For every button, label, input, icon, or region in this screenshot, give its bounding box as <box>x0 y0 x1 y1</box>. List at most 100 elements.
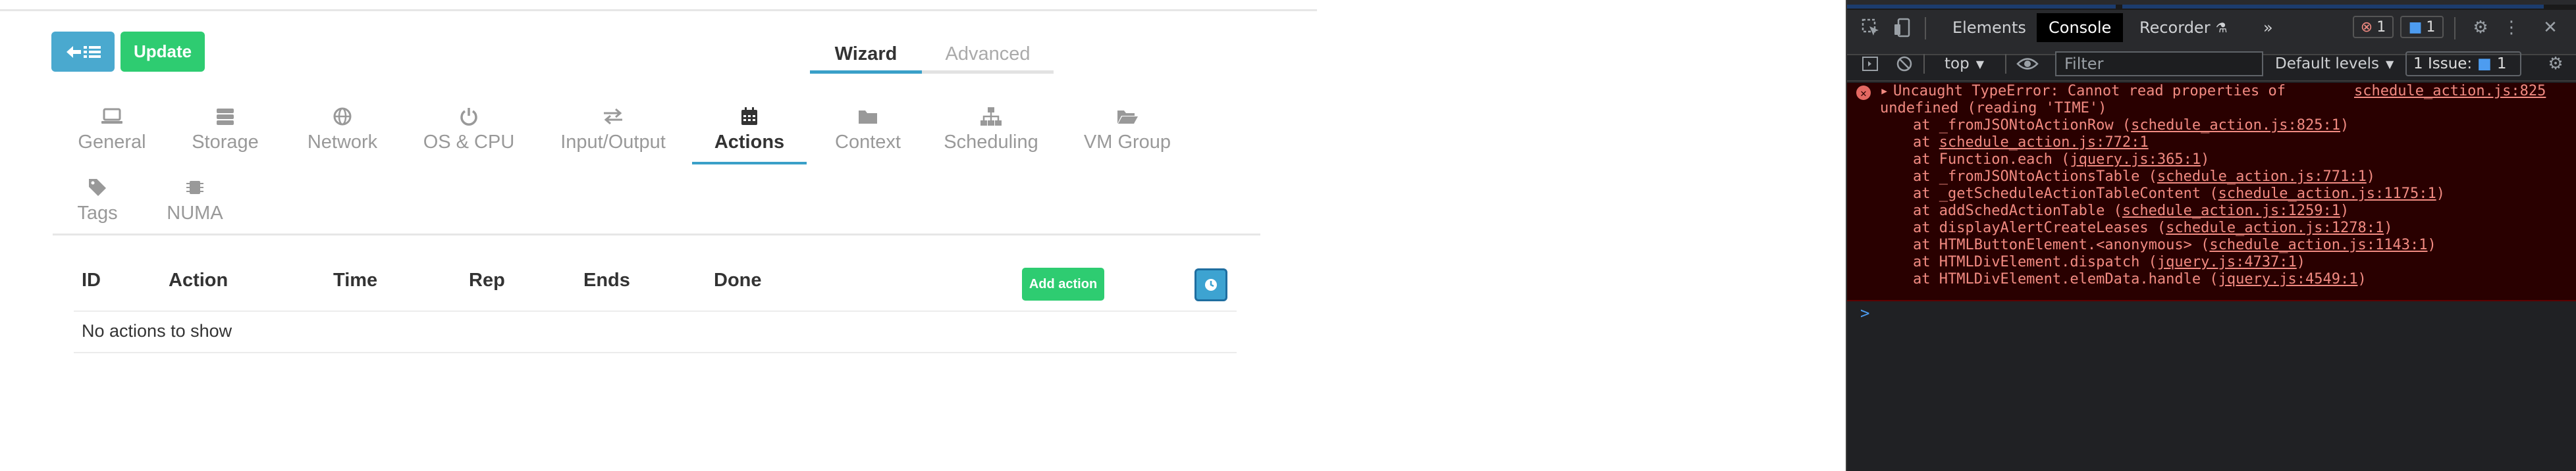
devtools-pane: Elements Console Recorder ⚗ » ⊗ 1 ■ 1 ⚙ … <box>1846 0 2576 471</box>
stack-frame-text: ) <box>2296 254 2306 270</box>
globe-icon <box>333 105 352 128</box>
back-to-list-button[interactable] <box>51 32 115 72</box>
tab-storage[interactable]: Storage <box>191 105 259 153</box>
stack-frame: at HTMLDivElement.dispatch (jquery.js:47… <box>1913 254 2305 271</box>
context-select[interactable]: top ▼ <box>1945 53 1984 75</box>
console-filter-input[interactable]: Filter <box>2055 51 2263 76</box>
stack-frame-link[interactable]: schedule_action.js:1278:1 <box>2166 220 2384 236</box>
stack-frame-link[interactable]: jquery.js:4737:1 <box>2157 254 2297 270</box>
stack-frame-text: ) <box>2427 237 2436 253</box>
stack-frame: at addSchedActionTable (schedule_action.… <box>1913 203 2349 220</box>
table-header-divider <box>74 310 1237 312</box>
add-action-button[interactable]: Add action <box>1022 268 1104 301</box>
error-count-badge[interactable]: ⊗ 1 <box>2353 16 2394 38</box>
tab-actions[interactable]: Actions <box>710 105 789 153</box>
console-settings-gear-icon[interactable]: ⚙ <box>2542 51 2569 76</box>
devtools-top-strip <box>1847 0 2576 10</box>
stack-frame: at schedule_action.js:772:1 <box>1913 134 2149 151</box>
sidebar-toggle-icon[interactable] <box>1859 51 1881 76</box>
tab-recorder[interactable]: Recorder ⚗ <box>2134 14 2233 41</box>
kebab-menu-icon[interactable]: ⋮ <box>2502 14 2521 41</box>
tab-elements[interactable]: Elements <box>1947 14 2031 41</box>
tab-context[interactable]: Context <box>828 105 907 153</box>
stack-frame-link[interactable]: jquery.js:365:1 <box>2070 151 2201 168</box>
laptop-icon <box>101 105 123 128</box>
stack-frame-text: at _fromJSONtoActionRow ( <box>1913 117 2132 134</box>
tab-tags-label: Tags <box>77 203 118 224</box>
tab-actions-label: Actions <box>714 132 785 153</box>
stack-frame-text: ) <box>2436 186 2445 202</box>
exchange-icon <box>603 105 624 128</box>
stack-frame-link[interactable]: schedule_action.js:1143:1 <box>2209 237 2427 253</box>
active-tab-indicator <box>692 162 807 164</box>
tab-os-cpu[interactable]: OS & CPU <box>423 105 515 153</box>
folder-open-icon <box>1116 105 1139 128</box>
tab-console[interactable]: Console <box>2037 13 2124 42</box>
message-icon: ■ <box>2408 18 2423 36</box>
stack-frame-text: at HTMLButtonElement.<anonymous> ( <box>1913 237 2210 253</box>
error-count: 1 <box>2376 18 2386 36</box>
stack-frame-link[interactable]: schedule_action.js:771:1 <box>2157 168 2367 185</box>
tab-advanced[interactable]: Advanced <box>922 38 1054 74</box>
expand-triangle-icon[interactable]: ▸ <box>1880 83 1889 100</box>
schedule-relative-button[interactable] <box>1194 268 1227 301</box>
calendar-icon <box>740 105 759 128</box>
stack-frame-text: ) <box>2384 220 2393 236</box>
live-expression-eye-icon[interactable] <box>2013 51 2042 76</box>
error-icon: ⊗ <box>2360 18 2373 36</box>
tab-vm-group-label: VM Group <box>1083 132 1171 153</box>
stack-frame-link[interactable]: schedule_action.js:1259:1 <box>2122 203 2340 219</box>
top-divider <box>0 9 1317 11</box>
back-list-icon <box>67 45 101 58</box>
dropdown-triangle-icon: ▼ <box>2386 57 2394 70</box>
tab-input-output[interactable]: Input/Output <box>557 105 669 153</box>
flask-icon: ⚗ <box>2215 20 2228 36</box>
tab-network[interactable]: Network <box>303 105 382 153</box>
message-count-badge[interactable]: ■ 1 <box>2400 16 2444 38</box>
stack-frame-link[interactable]: schedule_action.js:825:1 <box>2131 117 2340 134</box>
device-toolbar-icon[interactable] <box>1891 14 1914 41</box>
tab-storage-label: Storage <box>192 132 259 153</box>
issue-message-icon: ■ <box>2477 55 2492 72</box>
stack-frame-link[interactable]: schedule_action.js:772:1 <box>1939 134 2149 151</box>
update-button[interactable]: Update <box>121 32 205 72</box>
log-levels-select[interactable]: Default levels ▼ <box>2275 53 2394 75</box>
chip-icon <box>185 176 205 199</box>
tab-wizard[interactable]: Wizard <box>810 38 922 74</box>
stack-frame-text: at HTMLDivElement.elemData.handle ( <box>1913 271 2218 287</box>
issues-button[interactable]: 1 Issue: ■ 1 <box>2405 51 2521 76</box>
settings-gear-icon[interactable]: ⚙ <box>2469 14 2492 41</box>
tab-numa[interactable]: NUMA <box>162 176 228 224</box>
more-tabs-button[interactable]: » <box>2258 14 2278 41</box>
error-text-line-1: Uncaught TypeError: Cannot read properti… <box>1893 83 2286 99</box>
tab-scheduling[interactable]: Scheduling <box>942 105 1040 153</box>
tab-os-cpu-label: OS & CPU <box>423 132 515 153</box>
close-devtools-icon[interactable]: ✕ <box>2538 14 2562 41</box>
stack-frame-text: at <box>1913 134 1939 151</box>
app-pane: Update Wizard Advanced General Storage N… <box>0 0 1844 471</box>
sitemap-icon <box>980 105 1002 128</box>
clear-console-icon[interactable] <box>1893 51 1916 76</box>
stack-frame: at _fromJSONtoActionsTable (schedule_act… <box>1913 168 2375 186</box>
console-prompt[interactable]: > <box>1860 304 1869 322</box>
tab-general[interactable]: General <box>78 105 146 153</box>
stack-frame-text: ) <box>2340 117 2349 134</box>
stack-frame-link[interactable]: schedule_action.js:1175:1 <box>2218 186 2436 202</box>
issues-label: 1 Issue: <box>2413 55 2473 72</box>
log-levels-value: Default levels <box>2275 55 2380 72</box>
tab-recorder-label: Recorder <box>2139 18 2211 37</box>
stack-frame: at displayAlertCreateLeases (schedule_ac… <box>1913 220 2393 237</box>
stack-frame-text: ) <box>2357 271 2367 287</box>
inspect-element-icon[interactable] <box>1859 14 1883 41</box>
filter-separator <box>2005 54 2006 74</box>
tabs-divider <box>53 234 1260 235</box>
stack-frame-text: at _getScheduleActionTableContent ( <box>1913 186 2218 202</box>
tab-tags[interactable]: Tags <box>71 176 124 224</box>
tab-context-label: Context <box>835 132 901 153</box>
tab-input-output-label: Input/Output <box>560 132 666 153</box>
error-source-link[interactable]: schedule_action.js:825 <box>2354 83 2546 100</box>
tab-general-label: General <box>78 132 146 153</box>
stack-frame-link[interactable]: jquery.js:4549:1 <box>2218 271 2358 287</box>
empty-table-message: No actions to show <box>82 321 232 341</box>
tab-vm-group[interactable]: VM Group <box>1081 105 1173 153</box>
